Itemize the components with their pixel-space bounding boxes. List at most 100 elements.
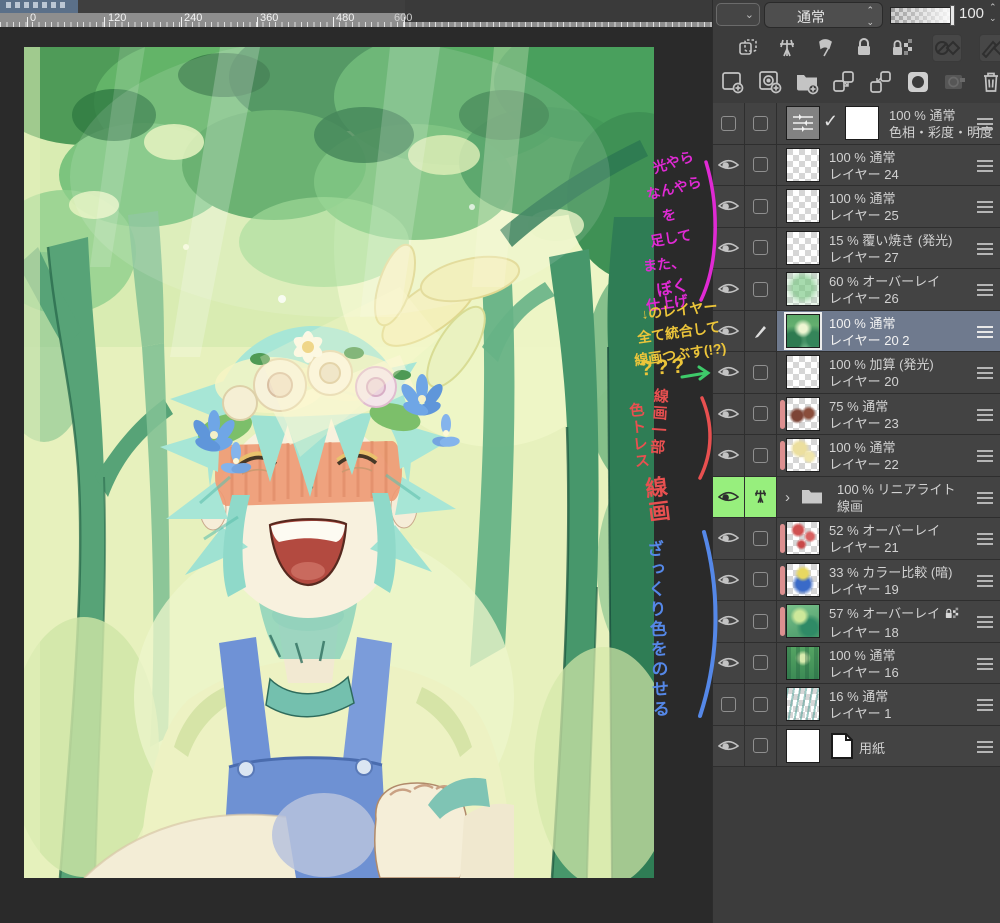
layer-mask-icon[interactable] bbox=[905, 69, 931, 95]
layer-checkbox[interactable] bbox=[745, 393, 777, 434]
layer-checkbox[interactable] bbox=[745, 352, 777, 393]
layer-menu-icon[interactable] bbox=[977, 242, 993, 258]
layer-menu-icon[interactable] bbox=[977, 699, 993, 714]
opacity-slider[interactable] bbox=[890, 5, 955, 26]
visibility-toggle-eye-icon[interactable] bbox=[713, 601, 745, 642]
layer-menu-icon[interactable] bbox=[977, 491, 993, 507]
layer-menu-icon[interactable] bbox=[977, 367, 993, 382]
layer-thumbnail[interactable] bbox=[786, 438, 820, 472]
new-layer-settings-icon[interactable] bbox=[757, 69, 783, 95]
opacity-spinner[interactable]: ⌃ ⌄ bbox=[989, 2, 997, 24]
visibility-toggle-off[interactable] bbox=[713, 103, 745, 144]
layer-row[interactable]: 100 % 通常 レイヤー 16 bbox=[713, 642, 1000, 684]
visibility-toggle-eye-icon[interactable] bbox=[713, 476, 745, 517]
layer-row[interactable]: 100 % 通常 レイヤー 22 bbox=[713, 435, 1000, 477]
layer-row-content[interactable]: 15 % 覆い焼き (発光) レイヤー 27 bbox=[777, 228, 1000, 269]
folder-icon[interactable] bbox=[801, 487, 823, 510]
layer-checkbox[interactable] bbox=[745, 227, 777, 268]
visibility-toggle-eye-icon[interactable] bbox=[713, 518, 745, 559]
layer-menu-icon[interactable] bbox=[977, 657, 993, 673]
visibility-toggle-eye-icon[interactable] bbox=[713, 642, 745, 683]
layer-thumbnail[interactable] bbox=[786, 189, 820, 223]
layer-row-content[interactable]: 100 % 加算 (発光) レイヤー 20 bbox=[777, 352, 1000, 393]
visibility-toggle-eye-icon[interactable] bbox=[713, 559, 745, 600]
layer-row[interactable]: 60 % オーバーレイ レイヤー 26 bbox=[713, 269, 1000, 311]
layer-row-content[interactable]: › 100 % リニアライト 線画 bbox=[777, 477, 1000, 518]
layer-row-content[interactable]: 60 % オーバーレイ レイヤー 26 bbox=[777, 269, 1000, 310]
visibility-toggle-eye-icon[interactable] bbox=[713, 393, 745, 434]
reference-layer-icon[interactable] bbox=[776, 35, 798, 61]
adjustment-layer-icon[interactable] bbox=[786, 106, 820, 140]
layer-thumbnail[interactable] bbox=[786, 645, 820, 680]
visibility-toggle-eye-icon[interactable] bbox=[713, 227, 745, 268]
layer-row[interactable]: 57 % オーバーレイ レイヤー 18 bbox=[713, 601, 1000, 643]
visibility-toggle-eye-icon[interactable] bbox=[713, 186, 745, 227]
layer-thumbnail[interactable] bbox=[786, 355, 820, 389]
layer-row-content[interactable]: 33 % カラー比較 (暗) レイヤー 19 bbox=[777, 560, 1000, 601]
visibility-toggle-off[interactable] bbox=[713, 684, 745, 725]
layer-thumbnail[interactable] bbox=[786, 728, 820, 763]
layer-row-content[interactable]: 100 % 通常 レイヤー 24 bbox=[777, 145, 1000, 186]
layer-row-content[interactable]: ✓ 100 % 通常 色相・彩度・明度 bbox=[777, 103, 1000, 144]
visibility-toggle-eye-icon[interactable] bbox=[713, 310, 745, 351]
transfer-to-lower-icon[interactable] bbox=[831, 69, 857, 95]
visibility-toggle-eye-icon[interactable] bbox=[713, 144, 745, 185]
layer-row[interactable]: 100 % 通常 レイヤー 25 bbox=[713, 186, 1000, 228]
editing-pencil-icon[interactable] bbox=[745, 310, 777, 351]
link-mask-icon[interactable] bbox=[979, 34, 1000, 62]
layer-row[interactable]: 15 % 覆い焼き (発光) レイヤー 27 bbox=[713, 227, 1000, 269]
lock-transparent-pixels-icon[interactable] bbox=[891, 35, 915, 61]
layer-row[interactable]: 100 % 通常 レイヤー 20 2 bbox=[713, 310, 1000, 352]
layer-thumbnail[interactable] bbox=[786, 562, 820, 597]
layer-checkbox[interactable] bbox=[745, 144, 777, 185]
layer-row[interactable]: 52 % オーバーレイ レイヤー 21 bbox=[713, 518, 1000, 560]
enable-mask-icon[interactable] bbox=[932, 34, 962, 62]
visibility-toggle-eye-icon[interactable] bbox=[713, 725, 745, 766]
layer-row[interactable]: ✓ 100 % 通常 色相・彩度・明度 bbox=[713, 103, 1000, 145]
layer-checkbox[interactable] bbox=[745, 684, 777, 725]
layer-row-content[interactable]: 100 % 通常 レイヤー 20 2 bbox=[777, 310, 1000, 351]
layer-thumbnail[interactable] bbox=[786, 147, 820, 182]
layer-menu-icon[interactable] bbox=[977, 159, 993, 175]
layer-thumbnail[interactable] bbox=[786, 687, 820, 721]
layer-thumbnail[interactable] bbox=[845, 106, 879, 140]
layer-row[interactable]: 75 % 通常 レイヤー 23 bbox=[713, 393, 1000, 435]
layer-checkbox[interactable] bbox=[745, 435, 777, 476]
layer-row[interactable]: 100 % 加算 (発光) レイヤー 20 bbox=[713, 352, 1000, 394]
reference-toggle-icon[interactable] bbox=[745, 476, 777, 517]
layer-row[interactable]: 100 % 通常 レイヤー 24 bbox=[713, 144, 1000, 186]
canvas-tab[interactable] bbox=[0, 0, 78, 13]
clip-to-layer-icon[interactable] bbox=[737, 35, 759, 61]
layer-row-content[interactable]: 57 % オーバーレイ レイヤー 18 bbox=[777, 601, 1000, 642]
layer-row-content[interactable]: 16 % 通常 レイヤー 1 bbox=[777, 684, 1000, 725]
lock-layer-icon[interactable] bbox=[854, 35, 874, 61]
canvas-artwork[interactable] bbox=[0, 22, 711, 887]
layer-row-content[interactable]: 75 % 通常 レイヤー 23 bbox=[777, 394, 1000, 435]
layer-thumbnail[interactable] bbox=[786, 604, 820, 638]
layer-thumbnail[interactable] bbox=[786, 230, 820, 265]
layer-menu-icon[interactable] bbox=[977, 325, 993, 341]
expander-icon[interactable]: › bbox=[785, 489, 790, 506]
layer-menu-icon[interactable] bbox=[977, 408, 993, 424]
layer-row[interactable]: 33 % カラー比較 (暗) レイヤー 19 bbox=[713, 559, 1000, 601]
delete-layer-icon[interactable] bbox=[979, 69, 1000, 95]
merge-to-lower-icon[interactable] bbox=[868, 69, 894, 95]
layer-menu-icon[interactable] bbox=[977, 616, 993, 631]
visibility-toggle-eye-icon[interactable] bbox=[713, 269, 745, 310]
blend-mode-select[interactable]: 通常 ⌃ ⌄ bbox=[764, 2, 883, 28]
layer-menu-icon[interactable] bbox=[977, 533, 993, 548]
new-folder-icon[interactable] bbox=[794, 69, 820, 95]
layer-folder-row[interactable]: › 100 % リニアライト 線画 bbox=[713, 476, 1000, 518]
layer-menu-icon[interactable] bbox=[977, 284, 993, 299]
visibility-toggle-eye-icon[interactable] bbox=[713, 435, 745, 476]
layer-menu-icon[interactable] bbox=[977, 450, 993, 465]
layer-checkbox[interactable] bbox=[745, 186, 777, 227]
layer-row[interactable]: 16 % 通常 レイヤー 1 bbox=[713, 684, 1000, 726]
layer-row[interactable]: 用紙 bbox=[713, 725, 1000, 767]
layer-row-content[interactable]: 用紙 bbox=[777, 726, 1000, 767]
apply-mask-icon[interactable] bbox=[942, 69, 968, 95]
layer-checkbox[interactable] bbox=[745, 601, 777, 642]
layer-thumbnail[interactable] bbox=[786, 396, 820, 431]
layer-thumbnail[interactable] bbox=[786, 272, 820, 306]
layer-checkbox[interactable] bbox=[745, 269, 777, 310]
